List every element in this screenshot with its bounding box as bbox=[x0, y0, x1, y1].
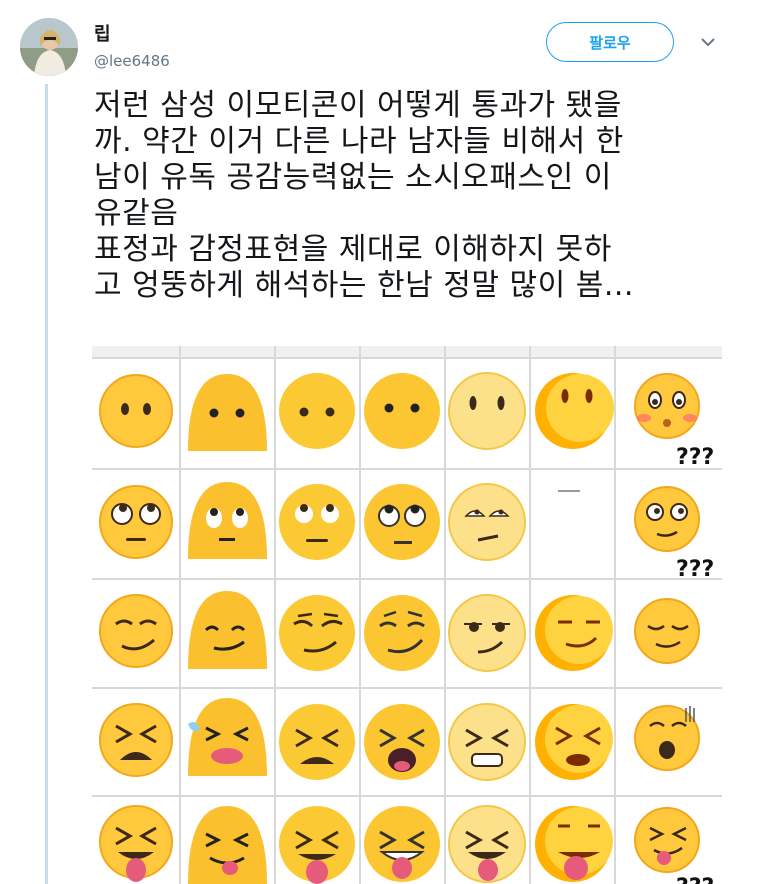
author-handle[interactable]: @lee6486 bbox=[94, 52, 170, 70]
question-marks: ??? bbox=[676, 875, 714, 884]
avatar[interactable] bbox=[20, 18, 78, 76]
tired-face-icon bbox=[188, 698, 267, 776]
tongue-out-face-icon bbox=[279, 806, 355, 884]
emoji-row-neutral: ??? bbox=[99, 372, 714, 470]
tweet-image[interactable]: ??? ??? bbox=[92, 346, 722, 884]
tweet-line: 표정과 감정표현을 제대로 이해하지 못하 bbox=[94, 232, 612, 267]
author-name[interactable]: 립 bbox=[94, 20, 111, 46]
emoji-row-smirk bbox=[99, 591, 700, 672]
tired-face-icon bbox=[279, 704, 355, 780]
tongue-out-face-icon bbox=[535, 806, 613, 882]
eye-roll-face-icon bbox=[188, 482, 267, 559]
dizzy-face-icon bbox=[634, 486, 700, 552]
neutral-face-icon bbox=[279, 373, 355, 449]
smirk-face-icon bbox=[279, 595, 355, 671]
tongue-out-face-icon bbox=[634, 807, 700, 873]
tongue-out-face-icon bbox=[364, 806, 440, 882]
emoji-comparison-grid: ??? ??? bbox=[92, 346, 722, 884]
eye-roll-face-icon bbox=[364, 484, 440, 560]
emoji-row-tongue: ??? bbox=[99, 805, 714, 884]
emoji-row-tired bbox=[99, 698, 700, 781]
tweet-line: 고 엉뚱하게 해석하는 한남 정말 많이 봄... bbox=[94, 268, 634, 303]
tongue-out-face-icon bbox=[99, 805, 173, 882]
neutral-face-icon bbox=[188, 374, 267, 451]
tweet-text: 저런 삼성 이모티콘이 어떻게 통과가 됐을 까. 약간 이거 다른 나라 남자… bbox=[94, 88, 744, 304]
relieved-face-icon bbox=[634, 598, 700, 664]
smirk-face-icon bbox=[448, 594, 526, 672]
eye-roll-face-icon bbox=[279, 484, 355, 560]
thread-line bbox=[45, 84, 48, 884]
tired-face-icon bbox=[535, 704, 613, 780]
eye-roll-face-icon bbox=[99, 485, 173, 559]
tired-face-icon bbox=[448, 703, 526, 781]
smirk-face-icon bbox=[364, 595, 440, 671]
avatar-image bbox=[20, 18, 78, 76]
tweet-line: 유같음 bbox=[94, 196, 179, 231]
follow-button[interactable]: 팔로우 bbox=[546, 22, 674, 62]
emoji-row-eye-roll: ??? bbox=[99, 482, 714, 582]
smirk-face-icon bbox=[535, 595, 613, 671]
question-marks: ??? bbox=[676, 445, 714, 470]
blushing-face-icon bbox=[634, 373, 700, 439]
anguished-face-icon bbox=[634, 705, 700, 771]
chevron-down-icon[interactable] bbox=[700, 36, 716, 48]
tongue-out-face-icon bbox=[448, 805, 526, 883]
tired-face-icon bbox=[99, 703, 173, 777]
smirk-face-icon bbox=[99, 594, 173, 668]
tongue-out-face-icon bbox=[188, 806, 267, 884]
tired-face-icon bbox=[364, 704, 440, 780]
smirk-face-icon bbox=[188, 591, 267, 669]
neutral-face-icon bbox=[535, 373, 614, 449]
blank-placeholder bbox=[558, 490, 580, 492]
eye-roll-face-icon bbox=[448, 483, 526, 561]
neutral-face-icon bbox=[448, 372, 526, 450]
tweet-line: 까. 약간 이거 다른 나라 남자들 비해서 한 bbox=[94, 124, 624, 159]
neutral-face-icon bbox=[364, 373, 440, 449]
neutral-face-icon bbox=[99, 374, 173, 448]
question-marks: ??? bbox=[676, 557, 714, 582]
tweet-line: 남이 유독 공감능력없는 소시오패스인 이 bbox=[94, 160, 612, 195]
tweet-line: 저런 삼성 이모티콘이 어떻게 통과가 됐을 bbox=[94, 88, 622, 123]
